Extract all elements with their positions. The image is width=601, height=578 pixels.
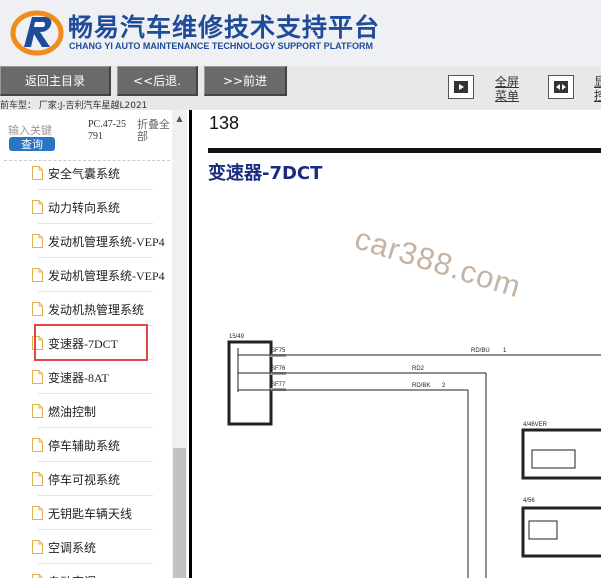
tree-item[interactable]: 发动机管理系统-VEP4 — [0, 258, 170, 292]
tree-item-label: 安全气囊系统 — [48, 167, 121, 181]
page-number: 138 — [209, 113, 240, 133]
connector-box-4-56 — [521, 506, 601, 558]
tree-item[interactable]: 发动机热管理系统 — [0, 292, 170, 326]
play-right-icon — [454, 81, 468, 93]
document-icon — [32, 506, 43, 520]
wire-number-1: 1 — [503, 348, 507, 354]
tree-item[interactable]: 停车辅助系统 — [0, 428, 170, 462]
fuse-label-2: SF76 — [271, 366, 286, 372]
wire-label-rd2: RD2 — [412, 366, 425, 372]
connector-label-4-46ver: 4/46VER — [523, 422, 548, 428]
document-icon — [32, 540, 43, 554]
split-arrows-icon — [554, 81, 568, 93]
connector-label-15-49: 15/49 — [229, 334, 245, 340]
display-control-link[interactable]: 显 控 — [594, 75, 601, 103]
sidebar-scrollbar[interactable]: ▲ — [172, 110, 187, 578]
tree-item-label: 自动空调 — [48, 573, 96, 578]
document-icon — [32, 472, 43, 486]
home-button[interactable]: 返回主目录 — [0, 66, 111, 96]
document-icon — [32, 302, 43, 316]
tree-item[interactable]: 动力转向系统 — [0, 190, 170, 224]
tree-item-label: 燃油控制 — [48, 405, 97, 419]
wire-label-rd-bk: RD/BK — [412, 383, 430, 389]
connector-box-15-49 — [227, 340, 273, 426]
title-rule — [208, 148, 601, 153]
document-icon — [32, 200, 43, 214]
tree-item-label: 发动机管理系统-VEP4 — [48, 269, 165, 283]
fullscreen-menu-link[interactable]: 全屏 菜单 — [495, 75, 519, 103]
document-viewer: 138 变速器-7DCT car388.com 15/49 SF75 SF76 … — [192, 110, 601, 578]
split-toggle-button[interactable] — [548, 75, 574, 99]
document-icon — [32, 438, 43, 452]
scroll-up-arrow-icon[interactable]: ▲ — [172, 112, 187, 126]
document-icon — [32, 370, 43, 384]
tree-item-label: 动力转向系统 — [48, 201, 121, 215]
tree-item-label: 空调系统 — [48, 541, 97, 555]
tree-item-label: 发动机热管理系统 — [48, 303, 145, 317]
scroll-thumb[interactable] — [173, 448, 186, 578]
tree-item[interactable]: 燃油控制 — [0, 394, 170, 428]
tree-item[interactable]: 发动机管理系统-VEP4 — [0, 224, 170, 258]
search-area: 输入关键 查询 PC.47-25791 折叠全部 — [0, 110, 172, 160]
platform-title: 畅易汽车维修技术支持平台 — [68, 13, 381, 42]
tree-item-label: 停车辅助系统 — [48, 439, 121, 453]
tree-item[interactable]: 安全气囊系统 — [0, 156, 170, 190]
collapse-all-link[interactable]: 折叠全部 — [137, 119, 173, 143]
header-banner: 畅易汽车维修技术支持平台 CHANG YI AUTO MAINTENANCE T… — [0, 0, 601, 66]
fuse-label-3: SF77 — [271, 382, 286, 388]
selection-highlight — [34, 324, 148, 361]
tree-item[interactable]: 自动空调 — [0, 564, 170, 578]
changyi-logo-icon — [10, 10, 64, 56]
platform-subtitle: CHANG YI AUTO MAINTENANCE TECHNOLOGY SUP… — [69, 41, 374, 51]
tree-item-label: 变速器-8AT — [48, 371, 109, 385]
connector-label-4-56: 4/56 — [523, 498, 535, 504]
tree-item[interactable]: 无钥匙车辆天线 — [0, 496, 170, 530]
search-button[interactable]: 查询 — [9, 137, 55, 151]
fuse-label-1: SF75 — [271, 348, 286, 354]
tree-item-label: 停车可视系统 — [48, 473, 121, 487]
wiring-diagram: 15/49 SF75 SF76 SF77 RD/BU 1 RD2 RD/BK 2… — [227, 334, 601, 578]
document-code: PC.47-25791 — [88, 119, 127, 142]
tree-item-label: 发动机管理系统-VEP4 — [48, 235, 165, 249]
back-button[interactable]: <<后退. — [117, 66, 198, 96]
section-title: 变速器-7DCT — [208, 163, 323, 184]
document-icon — [32, 574, 43, 578]
sidebar-tree: 输入关键 查询 PC.47-25791 折叠全部 安全气囊系统 动力转向系统发动机… — [0, 110, 189, 578]
forward-button[interactable]: >>前进 — [204, 66, 287, 96]
tree-item-label: 无钥匙车辆天线 — [48, 507, 133, 521]
toolbar: 返回主目录 <<后退. >>前进 全屏 菜单 显 控 前车型： 厂家:J-吉利汽… — [0, 66, 601, 111]
tree-item[interactable]: 停车可视系统 — [0, 462, 170, 496]
document-icon — [32, 404, 43, 418]
document-icon — [32, 268, 43, 282]
document-icon — [32, 234, 43, 248]
tree-item[interactable]: 空调系统 — [0, 530, 170, 564]
fullscreen-toggle-button[interactable] — [448, 75, 474, 99]
wire-number-2: 2 — [442, 383, 446, 389]
tree-item[interactable]: 变速器-8AT — [0, 360, 170, 394]
document-icon — [32, 166, 43, 180]
watermark: car388.com — [350, 220, 526, 305]
wire-label-rd-bu: RD/BU — [471, 348, 490, 354]
connector-box-4-46ver — [521, 428, 601, 480]
